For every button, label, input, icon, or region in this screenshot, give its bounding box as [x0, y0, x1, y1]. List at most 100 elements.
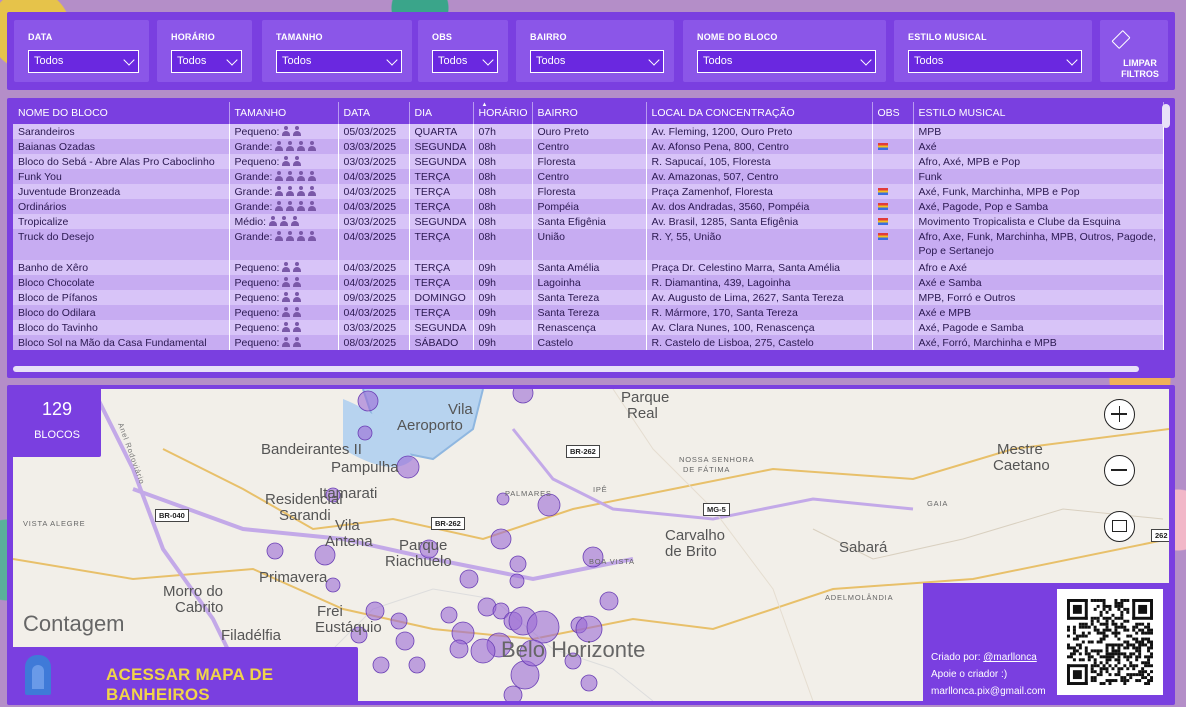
column-header[interactable]: DIA [409, 102, 474, 124]
filter-select[interactable]: Todos [530, 50, 664, 73]
table-row[interactable]: Sarandeiros Pequeno: 05/03/2025 QUARTA 07h Ou… [13, 124, 1164, 139]
filter-nome-do-bloco[interactable]: NOME DO BLOCO Todos [683, 20, 886, 82]
filter-obs[interactable]: OBS Todos [418, 20, 508, 82]
creator-link[interactable]: @marllonca [983, 652, 1037, 663]
bloco-map-marker[interactable] [580, 674, 598, 692]
bloco-map-marker[interactable] [449, 639, 469, 659]
cell-tamanho: Pequeno: [229, 290, 339, 305]
vertical-scrollbar[interactable] [1162, 104, 1170, 128]
column-header[interactable]: ESTILO MUSICAL [913, 102, 1164, 124]
cell-local: Av. Afonso Pena, 800, Centro [646, 139, 873, 154]
bloco-map-marker[interactable] [512, 389, 534, 404]
bloco-map-marker[interactable] [365, 601, 385, 621]
filter-label: BAIRRO [530, 32, 567, 42]
cell-nome: Bloco Chocolate [13, 275, 230, 290]
qr-code[interactable] [1057, 589, 1163, 695]
filter-data[interactable]: DATA Todos [14, 20, 149, 82]
filter-tamanho[interactable]: TAMANHO Todos [262, 20, 412, 82]
table-row[interactable]: Bloco do Tavinho Pequeno: 03/03/2025 SEGUND… [13, 320, 1164, 335]
cell-estilo: Funk [913, 169, 1164, 184]
filter-select[interactable]: Todos [276, 50, 402, 73]
filter-bairro[interactable]: BAIRRO Todos [516, 20, 674, 82]
person-icon [281, 337, 290, 347]
cell-nome: Sarandeiros [13, 124, 230, 139]
bloco-map-marker[interactable] [372, 656, 390, 674]
cell-data: 04/03/2025 [338, 229, 410, 260]
column-header[interactable]: DATA [338, 102, 410, 124]
blocks-table-panel: NOME DO BLOCO TAMANHO DATA DIA ▲ HORÁRIO BAIRR… [7, 98, 1175, 378]
column-header[interactable]: TAMANHO [229, 102, 339, 124]
bloco-map-marker[interactable] [357, 425, 373, 441]
cell-data: 03/03/2025 [338, 320, 410, 335]
support-text: Apoie o criador :) [931, 669, 1008, 680]
filter-select[interactable]: Todos [432, 50, 498, 73]
cell-data: 04/03/2025 [338, 199, 410, 214]
cell-estilo: Movimento Tropicalista e Clube da Esquin… [913, 214, 1164, 229]
filter-select[interactable]: Todos [697, 50, 876, 73]
cell-nome: Ordinários [13, 199, 230, 214]
map[interactable]: Vila Aeroporto Parque Real Bandeirantes II Pa… [13, 389, 1169, 701]
table-row[interactable]: Truck do Desejo Grande: 04/03/2025 TERÇA 08h… [13, 229, 1164, 260]
clear-filters-button[interactable]: LIMPAR FILTROS [1100, 20, 1168, 82]
table-row[interactable]: Bloco Sol na Mão da Casa Fundamental Pequ… [13, 335, 1164, 350]
column-header[interactable]: OBS [872, 102, 914, 124]
cell-data: 04/03/2025 [338, 260, 410, 275]
cell-estilo: Afro, Axe, Funk, Marchinha, MPB, Outros,… [913, 229, 1164, 260]
cell-data: 03/03/2025 [338, 214, 410, 229]
filter-select[interactable]: Todos [28, 50, 139, 73]
column-header[interactable]: NOME DO BLOCO [13, 102, 230, 124]
table-row[interactable]: Juventude Bronzeada Grande: 04/03/2025 TERÇ… [13, 184, 1164, 199]
bloco-map-marker[interactable] [357, 390, 379, 412]
table-row[interactable]: Baianas Ozadas Grande: 03/03/2025 SEGUNDA 08… [13, 139, 1164, 154]
table-row[interactable]: Tropicalize Médio: 03/03/2025 SEGUNDA 08h San… [13, 214, 1164, 229]
cell-bairro: Centro [532, 169, 647, 184]
bloco-map-marker[interactable] [325, 577, 341, 593]
cell-local: R. Mármore, 170, Santa Tereza [646, 305, 873, 320]
reset-view-icon[interactable] [1104, 511, 1135, 542]
filter-select[interactable]: Todos [171, 50, 242, 73]
filter-select[interactable]: Todos [908, 50, 1082, 73]
table-row[interactable]: Bloco do Sebá - Abre Alas Pro Caboclinho… [13, 154, 1164, 169]
person-icon [292, 292, 301, 302]
cell-bairro: Castelo [532, 335, 647, 350]
column-header[interactable]: BAIRRO [532, 102, 647, 124]
cell-horario: 09h [473, 320, 533, 335]
cell-obs [872, 260, 914, 275]
bloco-map-marker[interactable] [470, 638, 496, 664]
bloco-map-marker[interactable] [503, 685, 523, 701]
filter-horario[interactable]: HORÁRIO Todos [157, 20, 252, 82]
bloco-map-marker[interactable] [396, 455, 420, 479]
table-row[interactable]: Bloco de Pífanos Pequeno: 09/03/2025 DOMING… [13, 290, 1164, 305]
bloco-map-marker[interactable] [490, 528, 512, 550]
cell-estilo: MPB [913, 124, 1164, 139]
cell-tamanho: Pequeno: [229, 275, 339, 290]
zoom-in-icon[interactable] [1104, 399, 1135, 430]
table-row[interactable]: Funk You Grande: 04/03/2025 TERÇA 08h Centro A… [13, 169, 1164, 184]
bloco-map-marker[interactable] [599, 591, 619, 611]
bloco-map-marker[interactable] [395, 631, 415, 651]
table-row[interactable]: Bloco do Odilara Pequeno: 04/03/2025 TERÇA 0… [13, 305, 1164, 320]
bathroom-map-button[interactable]: ACESSAR MAPA DE BANHEIROS [13, 647, 358, 701]
table-row[interactable]: Bloco Chocolate Pequeno: 04/03/2025 TERÇA 09… [13, 275, 1164, 290]
table-row[interactable]: Banho de Xêro Pequeno: 04/03/2025 TERÇA 09h S… [13, 260, 1164, 275]
column-header[interactable]: ▲ HORÁRIO [473, 102, 533, 124]
bloco-map-marker[interactable] [509, 573, 525, 589]
road-shield: BR-040 [155, 509, 189, 522]
bloco-map-marker[interactable] [390, 612, 408, 630]
person-icon [296, 201, 305, 211]
bloco-map-marker[interactable] [408, 656, 426, 674]
bloco-map-marker[interactable] [440, 606, 458, 624]
cell-obs [872, 169, 914, 184]
bloco-map-marker[interactable] [459, 569, 479, 589]
column-header[interactable]: LOCAL DA CONCENTRAÇÃO [646, 102, 873, 124]
cell-obs [872, 154, 914, 169]
table-row[interactable]: Ordinários Grande: 04/03/2025 TERÇA 08h Pompé… [13, 199, 1164, 214]
bathroom-icon [25, 655, 51, 695]
map-place-label: Bandeirantes II [261, 441, 362, 458]
filter-estilo-musical[interactable]: ESTILO MUSICAL Todos [894, 20, 1092, 82]
bloco-map-marker[interactable] [509, 555, 527, 573]
zoom-out-icon[interactable] [1104, 455, 1135, 486]
map-place-label: DE FÁTIMA [683, 465, 731, 474]
horizontal-scrollbar[interactable] [13, 366, 1139, 372]
bloco-map-marker[interactable] [266, 542, 284, 560]
